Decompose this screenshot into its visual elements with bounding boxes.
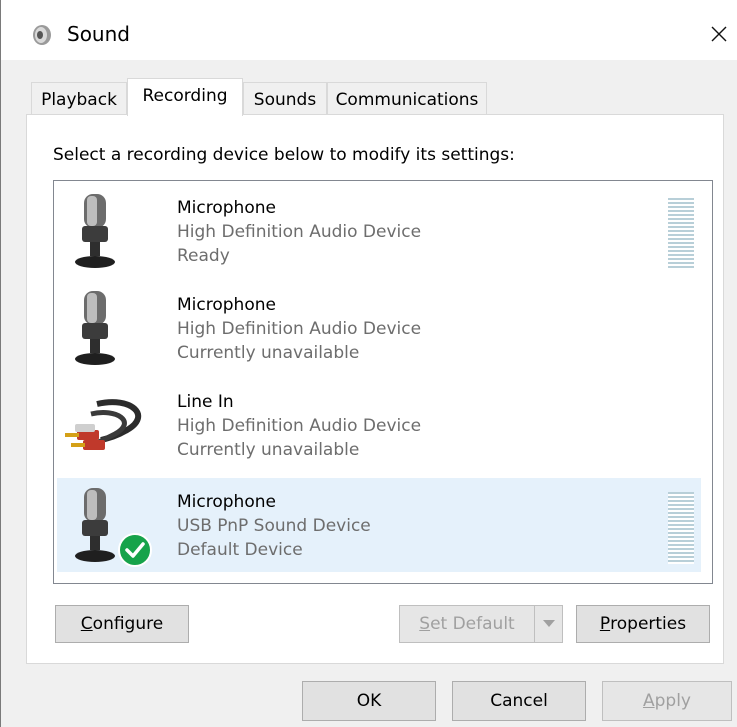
device-description: High Definition Audio Device: [177, 319, 422, 339]
recording-panel: Select a recording device below to modif…: [26, 114, 724, 664]
accelerator-key: C: [80, 614, 93, 634]
device-description: High Definition Audio Device: [177, 222, 422, 242]
button-label: OK: [356, 691, 382, 711]
instruction-text: Select a recording device below to modif…: [53, 145, 515, 165]
set-default-button[interactable]: Set Default: [399, 605, 563, 643]
default-check-icon: [117, 532, 153, 568]
cancel-button[interactable]: Cancel: [452, 681, 586, 721]
tab-label: Communications: [335, 90, 479, 110]
device-name: Microphone: [177, 295, 276, 315]
button-label: Cancel: [490, 691, 548, 711]
close-button[interactable]: [700, 14, 737, 54]
line-in-cable-icon: [57, 378, 157, 472]
device-list[interactable]: Microphone High Definition Audio Device …: [53, 180, 713, 584]
close-icon: [711, 26, 727, 42]
tab-label: Playback: [41, 90, 117, 110]
tab-playback[interactable]: Playback: [31, 82, 127, 116]
device-row-line-in[interactable]: Line In High Definition Audio Device Cur…: [57, 378, 701, 472]
title-bar: Sound: [1, 0, 737, 60]
ok-button[interactable]: OK: [302, 681, 436, 721]
level-meter: [668, 198, 694, 270]
microphone-icon: [57, 184, 157, 278]
tab-label: Recording: [142, 86, 228, 106]
device-row-microphone-hd-unavailable[interactable]: Microphone High Definition Audio Device …: [57, 281, 701, 375]
button-label-rest: roperties: [610, 614, 687, 634]
sound-dialog: Sound Playback Recording Sounds Communic…: [0, 0, 737, 727]
properties-button[interactable]: Properties: [576, 605, 710, 643]
device-name: Microphone: [177, 492, 276, 512]
device-name: Microphone: [177, 198, 276, 218]
device-description: High Definition Audio Device: [177, 416, 422, 436]
tab-recording[interactable]: Recording: [127, 78, 243, 116]
device-status: Default Device: [177, 540, 303, 560]
tab-communications[interactable]: Communications: [327, 82, 487, 116]
device-description: USB PnP Sound Device: [177, 516, 371, 536]
apply-button[interactable]: Apply: [602, 681, 732, 721]
microphone-icon: [57, 281, 157, 375]
level-meter: [668, 492, 694, 564]
speaker-icon: [31, 24, 53, 46]
device-status: Currently unavailable: [177, 440, 360, 460]
device-row-microphone-hd-ready[interactable]: Microphone High Definition Audio Device …: [57, 184, 701, 278]
button-label-rest: et Default: [430, 614, 515, 634]
tab-label: Sounds: [253, 90, 317, 110]
window-title: Sound: [67, 22, 130, 46]
accelerator-key: A: [642, 691, 655, 711]
button-label-rest: onfigure: [92, 614, 164, 634]
tab-sounds[interactable]: Sounds: [243, 82, 327, 116]
configure-button[interactable]: Configure: [55, 605, 189, 643]
device-status: Currently unavailable: [177, 343, 360, 363]
device-status: Ready: [177, 246, 230, 266]
chevron-down-icon[interactable]: [534, 606, 562, 642]
accelerator-key: S: [419, 614, 431, 634]
accelerator-key: P: [599, 614, 611, 634]
device-name: Line In: [177, 392, 234, 412]
button-label-rest: pply: [654, 691, 691, 711]
device-row-microphone-usb-default[interactable]: Microphone USB PnP Sound Device Default …: [57, 478, 701, 572]
